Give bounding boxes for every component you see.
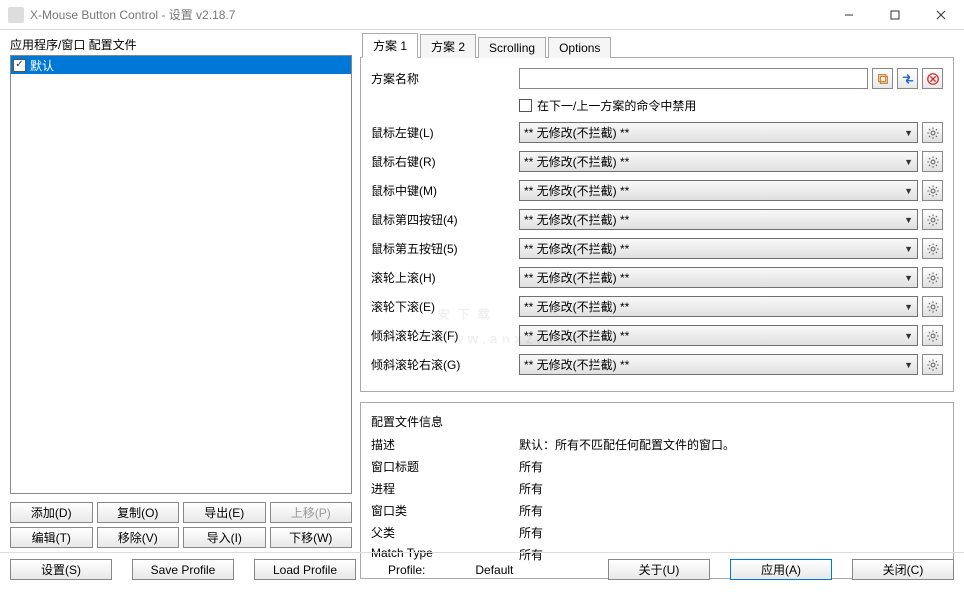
mouse-label: 倾斜滚轮左滚(F) <box>371 327 519 344</box>
close-button-footer[interactable]: 关闭(C) <box>852 559 954 580</box>
gear-icon[interactable] <box>922 122 943 143</box>
close-button[interactable] <box>918 0 964 30</box>
mouse-row: 倾斜滚轮左滚(F)** 无修改(不拦截) **▼ <box>371 325 943 346</box>
info-row: 父类所有 <box>371 524 943 541</box>
disable-checkbox[interactable] <box>519 99 532 112</box>
gear-icon[interactable] <box>922 296 943 317</box>
load-profile-button[interactable]: Load Profile <box>254 559 356 580</box>
info-label: 进程 <box>371 480 519 497</box>
info-row: 进程所有 <box>371 480 943 497</box>
mouse-row: 鼠标中键(M)** 无修改(不拦截) **▼ <box>371 180 943 201</box>
swap-scheme-icon[interactable] <box>897 68 918 89</box>
window-title: X-Mouse Button Control - 设置 v2.18.7 <box>30 6 826 23</box>
tab-content: 方案名称 在下一/上一方案的命令中禁用 鼠标左键(L)** 无修改(不拦截) *… <box>360 58 954 392</box>
profiles-label: 应用程序/窗口 配置文件 <box>10 36 352 53</box>
mouse-label: 鼠标右键(R) <box>371 153 519 170</box>
tab-scheme2[interactable]: 方案 2 <box>420 34 476 58</box>
mouse-combo[interactable]: ** 无修改(不拦截) **▼ <box>519 325 918 346</box>
mouse-combo[interactable]: ** 无修改(不拦截) **▼ <box>519 151 918 172</box>
mouse-row: 鼠标第五按钮(5)** 无修改(不拦截) **▼ <box>371 238 943 259</box>
tab-scrolling[interactable]: Scrolling <box>478 37 546 58</box>
mouse-row: 鼠标右键(R)** 无修改(不拦截) **▼ <box>371 151 943 172</box>
profile-value: Default <box>475 563 513 577</box>
gear-icon[interactable] <box>922 180 943 201</box>
profile-item[interactable]: ✓ 默认 <box>11 56 351 74</box>
export-button[interactable]: 导出(E) <box>183 502 266 523</box>
titlebar: X-Mouse Button Control - 设置 v2.18.7 <box>0 0 964 30</box>
mouse-label: 倾斜滚轮右滚(G) <box>371 356 519 373</box>
info-value: 默认：所有不匹配任何配置文件的窗口。 <box>519 436 735 453</box>
mouse-combo[interactable]: ** 无修改(不拦截) **▼ <box>519 354 918 375</box>
info-row: 窗口类所有 <box>371 502 943 519</box>
tabs: 方案 1 方案 2 Scrolling Options <box>360 36 954 58</box>
app-icon <box>8 7 24 23</box>
copy-button[interactable]: 复制(O) <box>97 502 180 523</box>
profile-label: Profile: <box>388 563 425 577</box>
mouse-combo[interactable]: ** 无修改(不拦截) **▼ <box>519 209 918 230</box>
tab-options[interactable]: Options <box>548 37 611 58</box>
mouse-label: 滚轮下滚(E) <box>371 298 519 315</box>
mouse-label: 滚轮上滚(H) <box>371 269 519 286</box>
info-value: 所有 <box>519 524 543 541</box>
gear-icon[interactable] <box>922 354 943 375</box>
profile-name: 默认 <box>30 57 54 74</box>
settings-button[interactable]: 设置(S) <box>10 559 112 580</box>
info-value: 所有 <box>519 480 543 497</box>
scheme-name-label: 方案名称 <box>371 70 519 87</box>
mouse-row: 倾斜滚轮右滚(G)** 无修改(不拦截) **▼ <box>371 354 943 375</box>
profile-checkbox[interactable]: ✓ <box>13 59 26 72</box>
mouse-combo[interactable]: ** 无修改(不拦截) **▼ <box>519 267 918 288</box>
info-label: 窗口类 <box>371 502 519 519</box>
add-button[interactable]: 添加(D) <box>10 502 93 523</box>
maximize-button[interactable] <box>872 0 918 30</box>
apply-button[interactable]: 应用(A) <box>730 559 832 580</box>
mouse-row: 滚轮上滚(H)** 无修改(不拦截) **▼ <box>371 267 943 288</box>
gear-icon[interactable] <box>922 267 943 288</box>
gear-icon[interactable] <box>922 209 943 230</box>
mouse-row: 鼠标左键(L)** 无修改(不拦截) **▼ <box>371 122 943 143</box>
info-row: 描述默认：所有不匹配任何配置文件的窗口。 <box>371 436 943 453</box>
minimize-button[interactable] <box>826 0 872 30</box>
mouse-label: 鼠标第五按钮(5) <box>371 240 519 257</box>
info-label: 描述 <box>371 436 519 453</box>
about-button[interactable]: 关于(U) <box>608 559 710 580</box>
mouse-row: 鼠标第四按钮(4)** 无修改(不拦截) **▼ <box>371 209 943 230</box>
mouse-label: 鼠标左键(L) <box>371 124 519 141</box>
disable-label: 在下一/上一方案的命令中禁用 <box>537 97 696 114</box>
mouse-combo[interactable]: ** 无修改(不拦截) **▼ <box>519 122 918 143</box>
info-label: 父类 <box>371 524 519 541</box>
edit-button[interactable]: 编辑(T) <box>10 527 93 548</box>
tab-scheme1[interactable]: 方案 1 <box>362 33 418 58</box>
mouse-label: 鼠标中键(M) <box>371 182 519 199</box>
down-button[interactable]: 下移(W) <box>270 527 353 548</box>
mouse-label: 鼠标第四按钮(4) <box>371 211 519 228</box>
mouse-combo[interactable]: ** 无修改(不拦截) **▼ <box>519 296 918 317</box>
up-button[interactable]: 上移(P) <box>270 502 353 523</box>
scheme-name-input[interactable] <box>519 68 868 89</box>
info-value: 所有 <box>519 502 543 519</box>
gear-icon[interactable] <box>922 238 943 259</box>
info-title: 配置文件信息 <box>371 413 943 430</box>
mouse-row: 滚轮下滚(E)** 无修改(不拦截) **▼ <box>371 296 943 317</box>
copy-scheme-icon[interactable] <box>872 68 893 89</box>
mouse-combo[interactable]: ** 无修改(不拦截) **▼ <box>519 238 918 259</box>
gear-icon[interactable] <box>922 325 943 346</box>
import-button[interactable]: 导入(I) <box>183 527 266 548</box>
info-value: 所有 <box>519 458 543 475</box>
delete-scheme-icon[interactable] <box>922 68 943 89</box>
gear-icon[interactable] <box>922 151 943 172</box>
remove-button[interactable]: 移除(V) <box>97 527 180 548</box>
save-profile-button[interactable]: Save Profile <box>132 559 234 580</box>
mouse-combo[interactable]: ** 无修改(不拦截) **▼ <box>519 180 918 201</box>
profile-list[interactable]: ✓ 默认 <box>10 55 352 494</box>
info-row: 窗口标题所有 <box>371 458 943 475</box>
info-label: 窗口标题 <box>371 458 519 475</box>
